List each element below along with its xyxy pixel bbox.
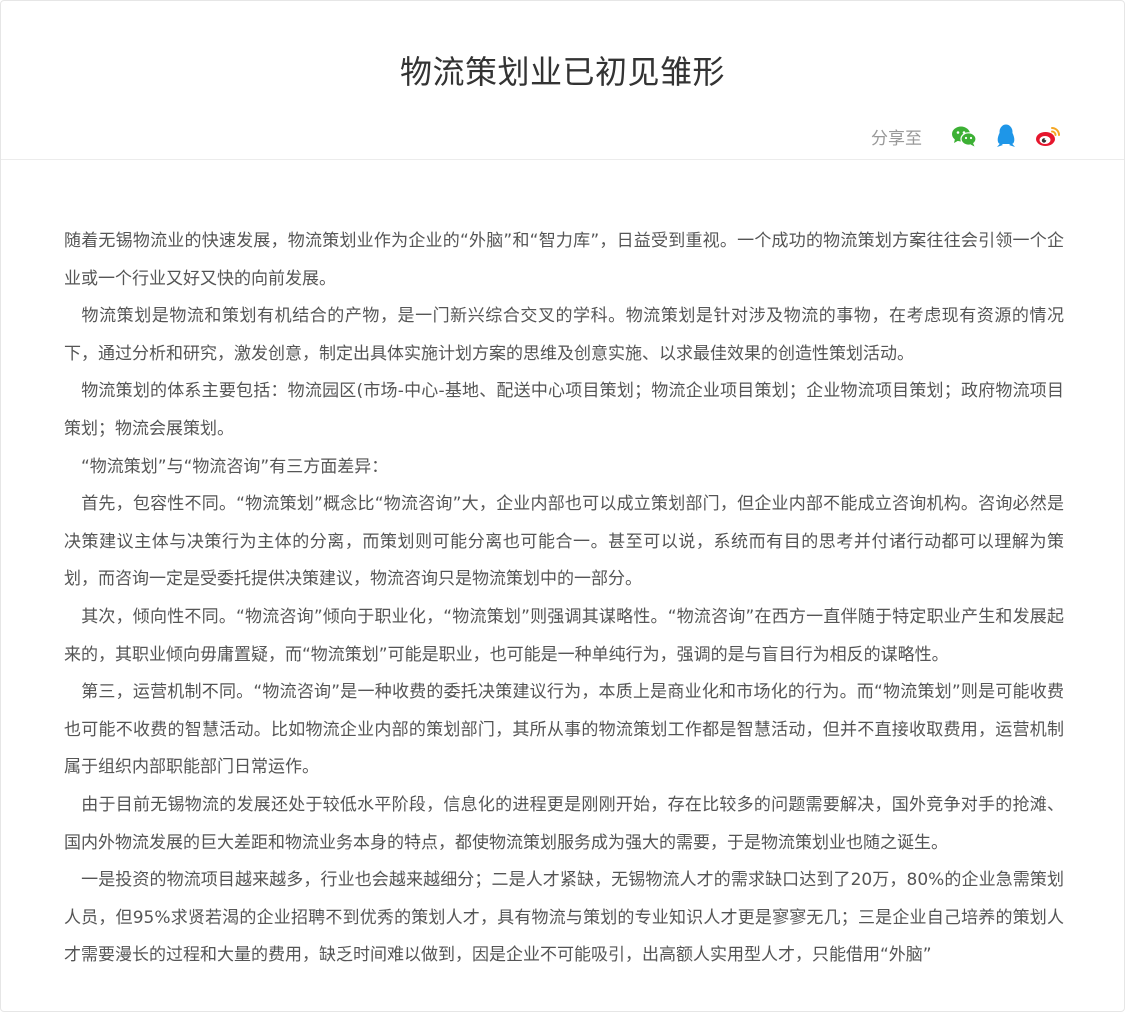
paragraph-current-status: 由于目前无锡物流的发展还处于较低水平阶段，信息化的进程更是刚刚开始，存在比较多的…: [64, 794, 1064, 853]
article-header: 物流策划业已初见雏形 分享至: [1, 1, 1124, 160]
share-label: 分享至: [871, 128, 922, 149]
article-body: 随着无锡物流业的快速发展，物流策划业作为企业的“外脑”和“智力库”，日益受到重视…: [64, 223, 1064, 975]
weibo-icon[interactable]: [1034, 122, 1062, 150]
paragraph-second-difference: 其次，倾向性不同。“物流咨询”倾向于职业化，“物流策划”则强调其谋略性。“物流咨…: [64, 606, 1064, 665]
paragraph-differences-intro: “物流策划”与“物流咨询”有三方面差异：: [64, 456, 389, 477]
share-bar: 分享至: [871, 121, 1062, 151]
qq-icon[interactable]: [992, 122, 1020, 150]
paragraph-third-difference: 第三，运营机制不同。“物流咨询”是一种收费的委托决策建议行为，本质上是商业化和市…: [64, 682, 1064, 778]
paragraph-reasons: 一是投资的物流项目越来越多，行业也会越来越细分；二是人才紧缺，无锡物流人才的需求…: [64, 870, 1064, 966]
wechat-icon[interactable]: [950, 122, 978, 150]
article-title: 物流策划业已初见雏形: [399, 53, 725, 91]
paragraph-intro: 随着无锡物流业的快速发展，物流策划业作为企业的“外脑”和“智力库”，日益受到重视…: [64, 231, 1064, 289]
paragraph-definition: 物流策划是物流和策划有机结合的产物，是一门新兴综合交叉的学科。物流策划是针对涉及…: [64, 306, 1064, 364]
article-card: 物流策划业已初见雏形 分享至 随着无锡物流业的快速发展，物流策划业作为企业的“外…: [0, 0, 1125, 1012]
paragraph-first-difference: 首先，包容性不同。“物流策划”概念比“物流咨询”大，企业内部也可以成立策划部门，…: [64, 494, 1064, 590]
paragraph-system: 物流策划的体系主要包括：物流园区(市场-中心-基地、配送中心项目策划；物流企业项…: [64, 381, 1064, 439]
